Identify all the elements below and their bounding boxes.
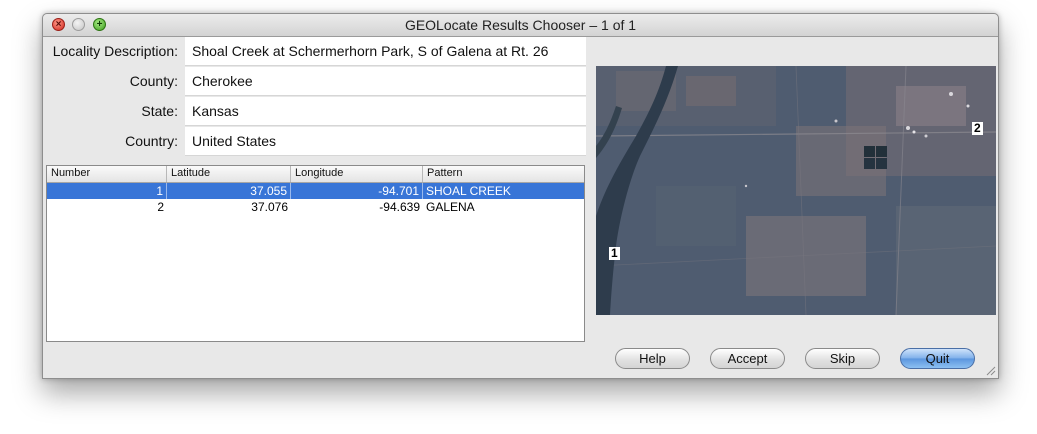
cell-latitude: 37.076 <box>251 200 288 214</box>
quit-button[interactable]: Quit <box>900 348 975 369</box>
country-value: United States <box>185 127 586 156</box>
cell-longitude: -94.701 <box>291 183 423 199</box>
county-value: Cherokee <box>185 67 586 96</box>
cell-pattern: SHOAL CREEK <box>426 184 511 198</box>
column-header-number[interactable]: Number <box>47 166 167 182</box>
column-header-longitude[interactable]: Longitude <box>291 166 423 182</box>
column-header-pattern[interactable]: Pattern <box>423 166 584 182</box>
table-row[interactable]: 1 37.055 -94.701 SHOAL CREEK <box>47 183 584 199</box>
accept-button[interactable]: Accept <box>710 348 785 369</box>
help-button[interactable]: Help <box>615 348 690 369</box>
table-row[interactable]: 2 37.076 -94.639 GALENA <box>47 199 584 215</box>
map-marker-1[interactable]: 1 <box>609 247 620 260</box>
county-row: County: Cherokee <box>43 67 586 96</box>
locality-value: Shoal Creek at Schermerhorn Park, S of G… <box>185 37 586 66</box>
column-header-latitude[interactable]: Latitude <box>167 166 291 182</box>
table-header: Number Latitude Longitude Pattern <box>47 166 584 183</box>
results-chooser-window: × + GEOLocate Results Chooser – 1 of 1 L… <box>42 13 999 379</box>
resize-grip-icon[interactable] <box>985 365 996 376</box>
cell-number: 1 <box>47 183 167 199</box>
title-bar[interactable]: × + GEOLocate Results Chooser – 1 of 1 <box>43 14 998 37</box>
state-label: State: <box>141 103 178 119</box>
cell-latitude: 37.055 <box>167 183 291 199</box>
locality-label: Locality Description: <box>52 43 178 59</box>
satellite-map[interactable]: 1 2 <box>596 66 996 315</box>
window-title: GEOLocate Results Chooser – 1 of 1 <box>404 17 637 33</box>
country-label: Country: <box>125 133 178 149</box>
state-value: Kansas <box>185 97 586 126</box>
country-row: Country: United States <box>43 127 586 156</box>
cell-number: 2 <box>157 200 164 214</box>
skip-button[interactable]: Skip <box>805 348 880 369</box>
state-row: State: Kansas <box>43 97 586 126</box>
county-label: County: <box>129 73 178 89</box>
cell-pattern: GALENA <box>426 200 475 214</box>
results-table[interactable]: Number Latitude Longitude Pattern 1 37.0… <box>46 165 585 342</box>
locality-row: Locality Description: Shoal Creek at Sch… <box>43 37 586 66</box>
map-marker-2[interactable]: 2 <box>972 122 983 135</box>
satellite-imagery <box>596 66 996 315</box>
cell-longitude: -94.639 <box>379 200 420 214</box>
